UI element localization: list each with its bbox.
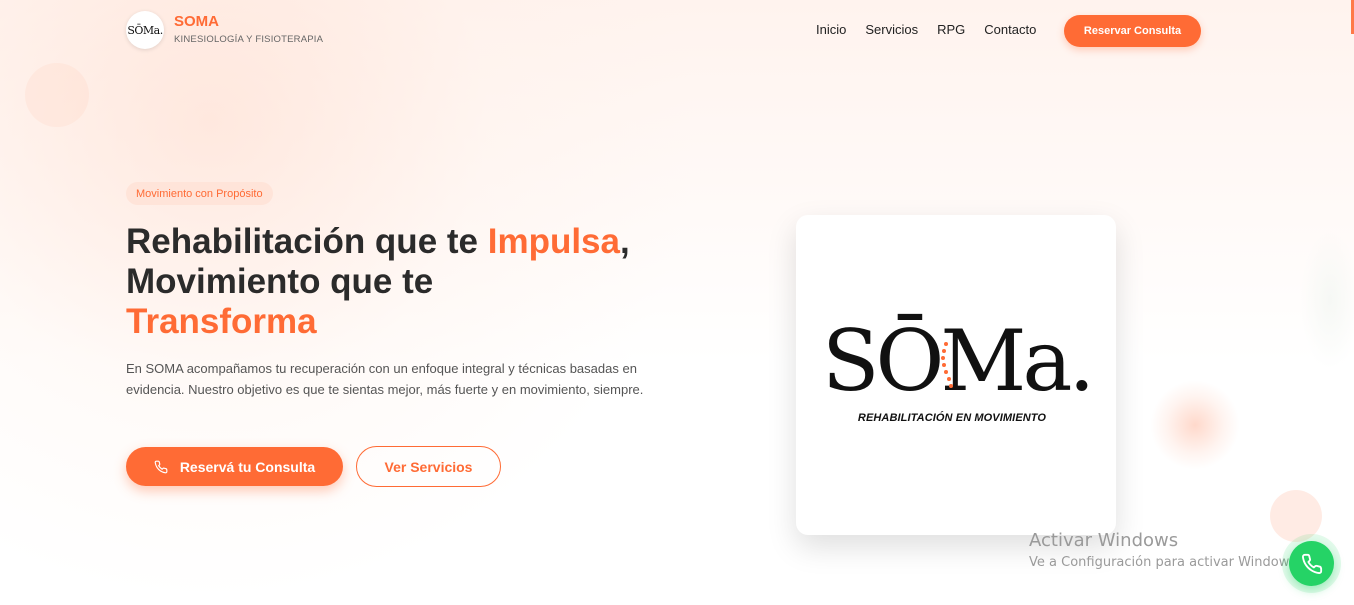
hero-description: En SOMA acompañamos tu recuperación con … — [126, 361, 644, 397]
main-nav: Inicio Servicios RPG Contacto — [816, 22, 1055, 37]
hero-title: Rehabilitación que te Impulsa, Movimiento… — [126, 222, 726, 342]
brand-name: SOMA — [174, 13, 219, 30]
brand-text: SOMA KINESIOLOGÍA Y FISIOTERAPIA — [174, 13, 323, 47]
site-header: SŌMa. SOMA KINESIOLOGÍA Y FISIOTERAPIA I… — [0, 0, 1354, 62]
whatsapp-icon — [1301, 553, 1322, 574]
soma-logo: SŌMa. — [820, 310, 1100, 410]
reserva-consulta-label: Reservá tu Consulta — [179, 458, 316, 475]
ver-servicios-button[interactable]: Ver Servicios — [356, 446, 501, 487]
brand-subtitle: KINESIOLOGÍA Y FISIOTERAPIA — [174, 34, 324, 45]
hero-title-part: , — [620, 222, 630, 261]
nav-link-rpg[interactable]: RPG — [937, 22, 965, 37]
soma-logo-text: SŌMa. — [822, 312, 1091, 400]
nav-link-inicio[interactable]: Inicio — [816, 22, 846, 37]
hero-tagline: Movimiento con Propósito — [126, 182, 273, 205]
decorative-circle — [1270, 490, 1322, 542]
reservar-consulta-button[interactable]: Reservar Consulta — [1064, 15, 1201, 47]
soma-logo-subtitle: REHABILITACIÓN EN MOVIMIENTO — [857, 412, 1047, 424]
decorative-circle — [25, 63, 89, 127]
brand[interactable]: SŌMa. SOMA KINESIOLOGÍA Y FISIOTERAPIA — [126, 11, 323, 49]
hero-title-part: Rehabilitación que te — [126, 222, 488, 261]
windows-activation-subtitle: Ve a Configuración para activar Windows. — [1029, 555, 1301, 570]
hero-title-accent: Transforma — [126, 302, 317, 341]
nav-link-contacto[interactable]: Contacto — [984, 22, 1036, 37]
soma-logo-graphic: SŌMa. — [822, 312, 1095, 410]
phone-icon — [154, 460, 168, 473]
nav-link-servicios[interactable]: Servicios — [865, 22, 918, 37]
hero-logo-card: SŌMa. REHABILITACIÓN EN MOVIMIENTO — [796, 215, 1116, 535]
decorative-circle — [1300, 230, 1354, 370]
windows-activation-title: Activar Windows — [1029, 530, 1179, 551]
hero-title-part: Movimiento que te — [126, 262, 434, 301]
whatsapp-button[interactable] — [1289, 541, 1334, 586]
decorative-circle — [1150, 380, 1240, 470]
reserva-consulta-button[interactable]: Reservá tu Consulta — [126, 447, 343, 486]
brand-logo[interactable]: SŌMa. — [126, 11, 164, 49]
hero-title-accent: Impulsa — [487, 222, 620, 261]
